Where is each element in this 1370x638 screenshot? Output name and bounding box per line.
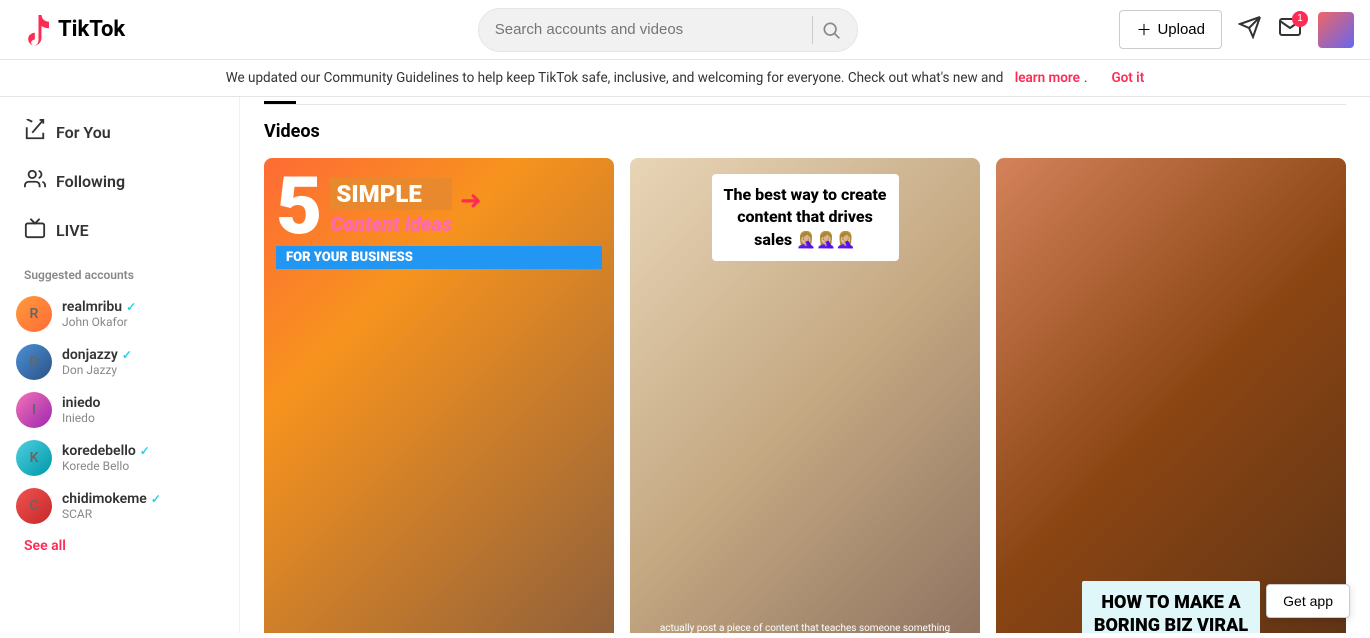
simple-label: SIMPLE [330,178,451,210]
sidebar: For You Following [0,97,240,633]
search-input[interactable] [495,21,804,38]
acc-info-chidimokeme: chidimokeme ✓ SCAR [62,491,161,521]
banner-period: . [1084,70,1088,86]
thumb-overlay-1: 5 SIMPLE Content ideas ➜ FOR YOUR BUSINE… [264,158,614,633]
live-icon [24,217,46,244]
thumb-overlay-2: The best way to createcontent that drive… [630,158,980,633]
videos-section-header: Videos [264,121,1346,142]
see-all-link[interactable]: See all [0,530,239,562]
main-layout: For You Following [0,97,1370,633]
video-thumb-1: 5 SIMPLE Content ideas ➜ FOR YOUR BUSINE… [264,158,614,633]
header: TikTok ＋ Upload 1 [0,0,1370,60]
upload-button[interactable]: ＋ Upload [1119,10,1222,49]
verified-icon-koredebello: ✓ [140,444,150,458]
video-thumb-2: The best way to createcontent that drive… [630,158,980,633]
sidebar-item-for-you[interactable]: For You [8,109,231,156]
account-item-koredebello[interactable]: K koredebello ✓ Korede Bello [0,434,239,482]
acc-info-realmribu: realmribu ✓ John Okafor [62,299,136,329]
sidebar-item-label-live: LIVE [56,221,89,240]
suggested-accounts-title: Suggested accounts [0,256,239,290]
logo-area: TikTok [16,12,216,48]
search-input-wrap[interactable] [478,8,858,52]
acc-name-iniedo: iniedo [62,395,100,411]
avatar-donjazzy: D [16,344,52,380]
search-button[interactable] [812,16,841,44]
thumb-overlay-3: HOW TO MAKE ABORING BIZ VIRAL [996,158,1346,633]
tiktok-logo-icon [16,12,52,48]
acc-handle-chidimokeme: SCAR [62,507,161,521]
acc-name-koredebello: koredebello ✓ [62,443,150,459]
avatar-iniedo: I [16,392,52,428]
banner-text: We updated our Community Guidelines to h… [226,70,1004,86]
account-item-donjazzy[interactable]: D donjazzy ✓ Don Jazzy [0,338,239,386]
acc-name-chidimokeme: chidimokeme ✓ [62,491,161,507]
logo-text: TikTok [58,17,125,42]
avatar-chidimokeme: C [16,488,52,524]
sidebar-item-live[interactable]: LIVE [8,207,231,254]
acc-info-donjazzy: donjazzy ✓ Don Jazzy [62,347,132,377]
upload-label: Upload [1157,21,1205,38]
acc-name-donjazzy: donjazzy ✓ [62,347,132,363]
sidebar-nav: For You Following [0,109,239,254]
get-app-button[interactable]: Get app [1266,584,1350,618]
acc-handle-realmribu: John Okafor [62,315,136,329]
white-text-box-2: The best way to createcontent that drive… [712,174,899,261]
sidebar-item-following[interactable]: Following [8,158,231,205]
learn-more-link[interactable]: learn more [1015,70,1080,86]
search-bar [216,8,1119,52]
avatar[interactable] [1318,12,1354,48]
verified-icon-realmribu: ✓ [126,300,136,314]
avatar-koredebello: K [16,440,52,476]
videos-grid: 5 SIMPLE Content ideas ➜ FOR YOUR BUSINE… [264,158,1346,633]
acc-info-koredebello: koredebello ✓ Korede Bello [62,443,150,473]
content-ideas-label: Content ideas [330,212,451,236]
acc-name-realmribu: realmribu ✓ [62,299,136,315]
following-icon [24,168,46,195]
account-item-chidimokeme[interactable]: C chidimokeme ✓ SCAR [0,482,239,530]
send-button[interactable] [1238,15,1262,45]
tab-bar [264,97,1346,105]
tab-indicator [264,101,296,104]
plus-icon: ＋ [1136,19,1151,40]
video-card-3[interactable]: HOW TO MAKE ABORING BIZ VIRAL 2022-12-14… [996,158,1346,633]
acc-info-iniedo: iniedo Iniedo [62,395,100,425]
thumb-num: 5 [276,170,322,242]
community-guidelines-banner: We updated our Community Guidelines to h… [0,60,1370,97]
acc-handle-donjazzy: Don Jazzy [62,363,132,377]
for-you-icon [24,119,46,146]
for-business-label: FOR YOUR BUSINESS [276,246,602,269]
verified-icon-donjazzy: ✓ [122,348,132,362]
notification-badge: 1 [1292,11,1308,27]
inbox-button[interactable]: 1 [1278,15,1302,45]
video-card-1[interactable]: 5 SIMPLE Content ideas ➜ FOR YOUR BUSINE… [264,158,614,633]
acc-handle-iniedo: Iniedo [62,411,100,425]
acc-handle-koredebello: Korede Bello [62,459,150,473]
sub-text-2: actually post a piece of content that te… [630,623,980,633]
got-it-button[interactable]: Got it [1111,70,1144,86]
main-content: Videos 5 SIMPLE Content ideas ➜ [240,97,1370,633]
verified-icon-chidimokeme: ✓ [151,492,161,506]
header-actions: ＋ Upload 1 [1119,10,1354,49]
video-thumb-3: HOW TO MAKE ABORING BIZ VIRAL 2022-12-14 [996,158,1346,633]
avatar-realmribu: R [16,296,52,332]
arrow-icon: ➜ [460,186,482,216]
account-item-iniedo[interactable]: I iniedo Iniedo [0,386,239,434]
account-item-realmribu[interactable]: R realmribu ✓ John Okafor [0,290,239,338]
how-to-box-3: HOW TO MAKE ABORING BIZ VIRAL [1082,581,1260,633]
sidebar-item-label-following: Following [56,172,125,191]
sidebar-item-label-for-you: For You [56,123,111,142]
video-card-2[interactable]: The best way to createcontent that drive… [630,158,980,633]
